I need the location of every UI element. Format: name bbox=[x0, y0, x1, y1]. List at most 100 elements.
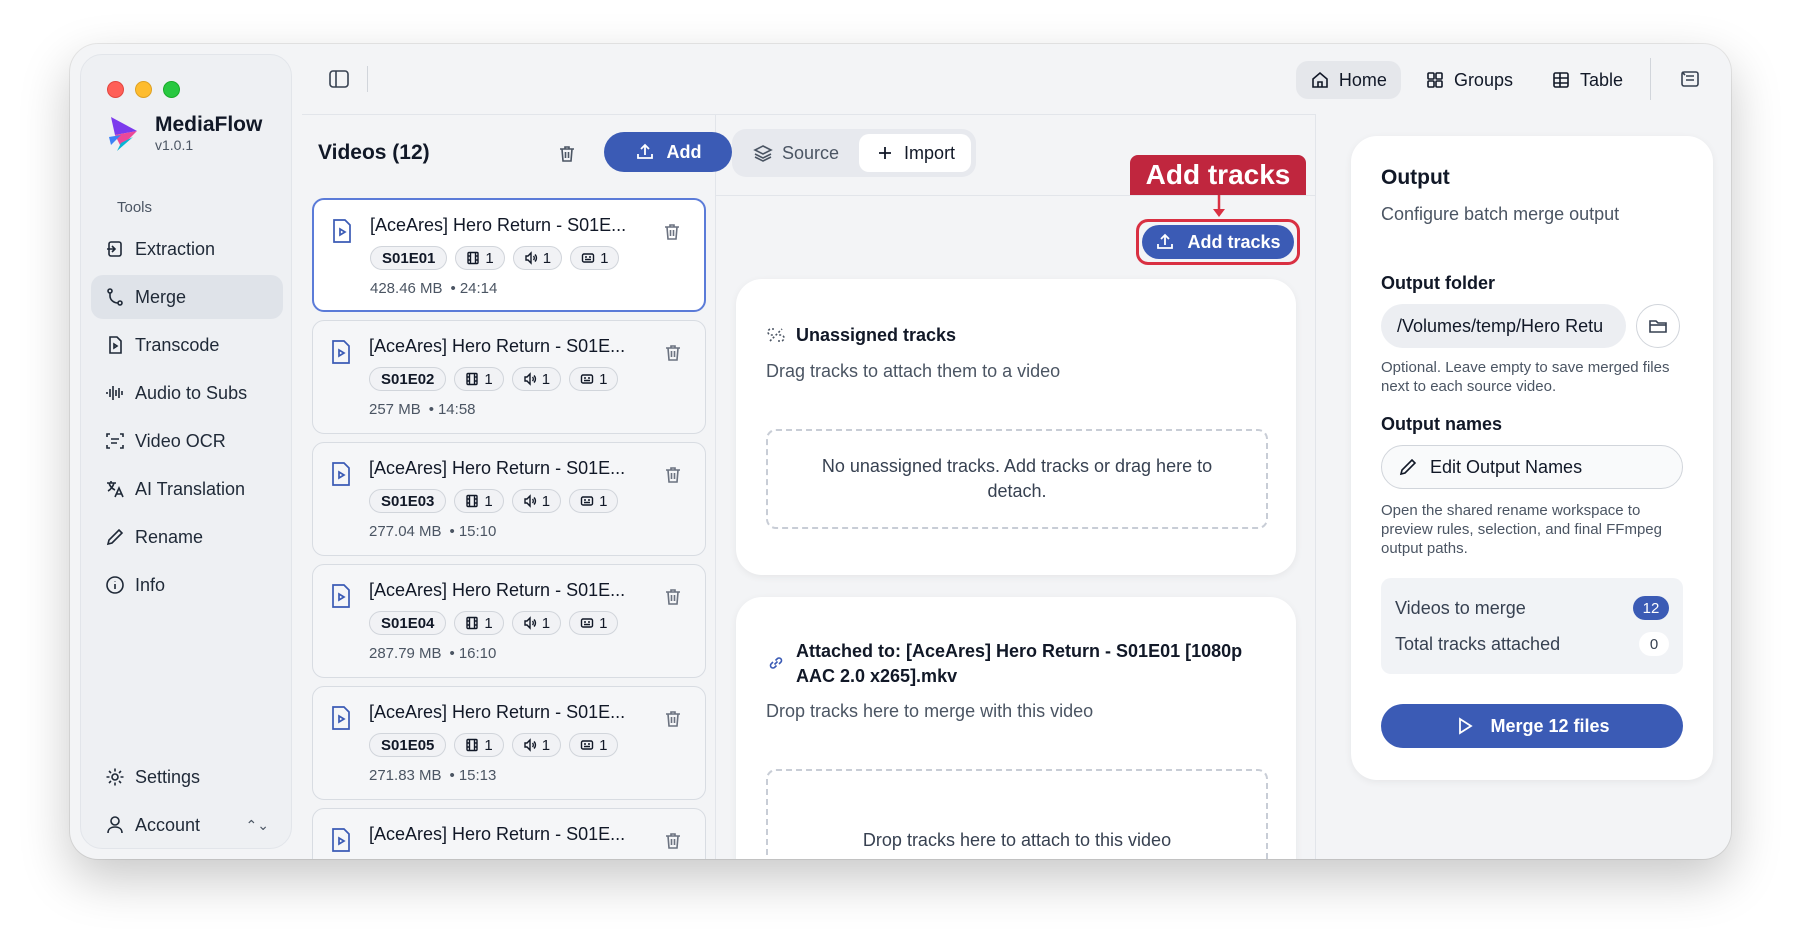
edit-output-names-button[interactable]: Edit Output Names bbox=[1381, 445, 1683, 489]
browse-folder-button[interactable] bbox=[1636, 304, 1680, 348]
video-meta: 287.79 MB • 16:10 bbox=[369, 645, 497, 662]
layers-icon bbox=[753, 145, 773, 162]
subtitle-track-badge: 1 bbox=[570, 246, 620, 270]
video-title: [AceAres] Hero Return - S01E... bbox=[370, 215, 627, 235]
episode-badge: S01E03 bbox=[369, 489, 447, 513]
annotation-callout: Add tracks bbox=[1130, 155, 1306, 195]
film-icon bbox=[466, 616, 479, 630]
sidebar-item-extraction[interactable]: Extraction bbox=[91, 227, 283, 271]
attached-subtitle: Drop tracks here to merge with this vide… bbox=[766, 701, 1094, 721]
audio-track-badge: 1 bbox=[512, 246, 563, 270]
audio-track-badge: 1 bbox=[511, 367, 562, 391]
subtitle-track-count: 1 bbox=[599, 492, 608, 510]
minimize-window-button[interactable] bbox=[135, 81, 152, 98]
sidebar-item-info[interactable]: Info bbox=[91, 563, 283, 607]
subtitle-track-count: 1 bbox=[600, 249, 609, 267]
tab-import-label: Import bbox=[904, 142, 956, 163]
video-size: 428.46 MB bbox=[370, 280, 443, 297]
tracks-attached-count: 0 bbox=[1639, 632, 1669, 656]
video-track-count: 1 bbox=[485, 249, 494, 267]
speaker-icon bbox=[524, 738, 536, 752]
app-name: MediaFlow bbox=[155, 113, 263, 136]
audio-track-badge: 1 bbox=[511, 489, 562, 513]
plus-icon bbox=[879, 147, 892, 159]
unassigned-header: Unassigned tracks bbox=[766, 323, 956, 348]
pencil-icon bbox=[106, 528, 124, 546]
merge-files-button[interactable]: Merge 12 files bbox=[1381, 704, 1683, 748]
delete-video-icon[interactable] bbox=[662, 222, 682, 242]
add-videos-button[interactable]: Add bbox=[604, 132, 732, 172]
delete-video-icon[interactable] bbox=[663, 709, 683, 729]
tab-source[interactable]: Source bbox=[737, 134, 855, 172]
sidebar-item-account[interactable]: Account ⌃⌄ bbox=[91, 803, 283, 847]
log-scroll-icon[interactable] bbox=[1679, 68, 1701, 90]
video-title: [AceAres] Hero Return - S01E... bbox=[369, 580, 626, 600]
tab-table[interactable]: Table bbox=[1537, 61, 1637, 99]
video-track-badge: 1 bbox=[454, 733, 504, 757]
attached-dropzone[interactable]: Drop tracks here to attach to this video bbox=[766, 769, 1268, 859]
tab-import[interactable]: Import bbox=[859, 134, 972, 172]
film-icon bbox=[466, 372, 479, 386]
video-card[interactable]: [AceAres] Hero Return - S01E... bbox=[312, 808, 706, 859]
sidebar-toggle-icon[interactable] bbox=[328, 68, 350, 90]
sidebar-item-ai-translation[interactable]: AI Translation bbox=[91, 467, 283, 511]
speaker-icon bbox=[524, 494, 536, 508]
sidebar-item-audio-to-subs[interactable]: Audio to Subs bbox=[91, 371, 283, 415]
output-folder-row bbox=[1381, 304, 1683, 348]
mediaflow-logo-icon bbox=[109, 117, 137, 151]
captions-icon bbox=[580, 740, 594, 750]
sidebar-item-video-ocr[interactable]: Video OCR bbox=[91, 419, 283, 463]
sidebar-item-rename[interactable]: Rename bbox=[91, 515, 283, 559]
tracks-attached-label: Total tracks attached bbox=[1395, 633, 1561, 654]
delete-video-icon[interactable] bbox=[663, 831, 683, 851]
audio-track-badge: 1 bbox=[511, 611, 562, 635]
video-title: [AceAres] Hero Return - S01E... bbox=[369, 336, 626, 356]
delete-video-icon[interactable] bbox=[663, 343, 683, 363]
sidebar-item-label: Transcode bbox=[135, 334, 220, 355]
sidebar-item-transcode[interactable]: Transcode bbox=[91, 323, 283, 367]
tab-home[interactable]: Home bbox=[1295, 61, 1401, 99]
unassigned-dropzone[interactable]: No unassigned tracks. Add tracks or drag… bbox=[766, 429, 1268, 529]
sidebar-item-settings[interactable]: Settings bbox=[91, 755, 283, 799]
video-track-count: 1 bbox=[484, 370, 493, 388]
delete-video-icon[interactable] bbox=[663, 587, 683, 607]
video-size: 277.04 MB bbox=[369, 523, 442, 540]
tracks-mode-tabs: Source Import bbox=[732, 129, 977, 177]
output-folder-input[interactable] bbox=[1381, 304, 1626, 348]
user-icon bbox=[107, 816, 123, 834]
video-card[interactable]: [AceAres] Hero Return - S01E... S01E03 1… bbox=[312, 442, 706, 556]
tab-groups[interactable]: Groups bbox=[1411, 61, 1527, 99]
close-window-button[interactable] bbox=[107, 81, 124, 98]
videos-pane: Videos (12) Add [AceAres] Hero Return - … bbox=[302, 114, 732, 859]
output-folder-label: Output folder bbox=[1381, 273, 1495, 293]
add-tracks-button[interactable]: Add tracks bbox=[1142, 225, 1294, 259]
sidebar-item-label: Info bbox=[135, 574, 166, 595]
subtitle-track-badge: 1 bbox=[569, 367, 619, 391]
video-duration: 16:10 bbox=[458, 645, 497, 662]
video-file-icon bbox=[332, 340, 350, 364]
output-subtitle: Configure batch merge output bbox=[1381, 204, 1620, 224]
zoom-window-button[interactable] bbox=[163, 81, 180, 98]
subtitle-track-badge: 1 bbox=[569, 611, 619, 635]
track-badges: S01E05 1 1 1 bbox=[369, 733, 619, 757]
video-card[interactable]: [AceAres] Hero Return - S01E... S01E02 1… bbox=[312, 320, 706, 434]
video-card[interactable]: [AceAres] Hero Return - S01E... S01E04 1… bbox=[312, 564, 706, 678]
sidebar-item-merge[interactable]: Merge bbox=[91, 275, 283, 319]
video-meta: 277.04 MB • 15:10 bbox=[369, 523, 497, 540]
sidebar-item-label: AI Translation bbox=[135, 478, 246, 499]
videos-to-merge-label: Videos to merge bbox=[1395, 597, 1526, 618]
video-size: 287.79 MB bbox=[369, 645, 442, 662]
speaker-icon bbox=[525, 251, 537, 265]
video-card[interactable]: [AceAres] Hero Return - S01E... S01E01 1… bbox=[312, 198, 706, 312]
delete-video-icon[interactable] bbox=[663, 465, 683, 485]
episode-badge: S01E04 bbox=[369, 611, 447, 635]
clear-all-trash-icon[interactable] bbox=[556, 143, 578, 165]
table-icon bbox=[1553, 72, 1569, 88]
sidebar-item-label: Merge bbox=[135, 286, 187, 307]
video-track-count: 1 bbox=[484, 492, 493, 510]
link-icon bbox=[769, 657, 783, 669]
sidebar-item-label: Rename bbox=[135, 526, 204, 547]
video-card[interactable]: [AceAres] Hero Return - S01E... S01E05 1… bbox=[312, 686, 706, 800]
tracks-pane: Source Import Add tracks Add tracks Unas… bbox=[716, 114, 1316, 859]
video-size: 271.83 MB bbox=[369, 767, 442, 784]
